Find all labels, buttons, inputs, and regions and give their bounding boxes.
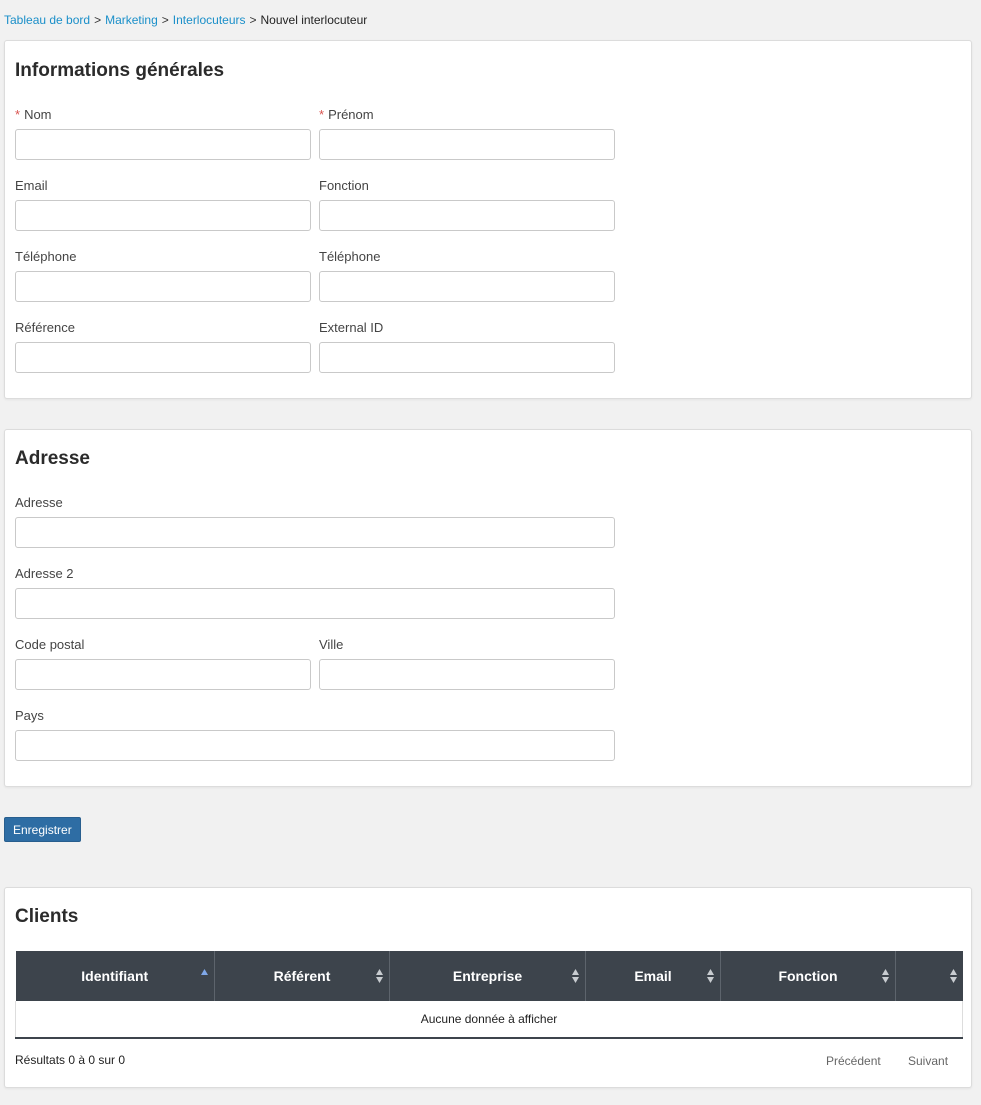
previous-page-button[interactable]: Précédent bbox=[826, 1054, 881, 1068]
column-header-label: Entreprise bbox=[452, 968, 523, 984]
table-header-row: Identifiant Référent Entreprise Email Fo… bbox=[15, 951, 963, 1001]
clients-table: Identifiant Référent Entreprise Email Fo… bbox=[15, 951, 963, 1039]
breadcrumb-current: Nouvel interlocuteur bbox=[260, 13, 368, 27]
code-postal-label: Code postal bbox=[15, 637, 85, 652]
ville-input[interactable] bbox=[319, 659, 615, 690]
email-input[interactable] bbox=[15, 200, 311, 231]
table-row: Aucune donnée à afficher bbox=[15, 1001, 963, 1039]
empty-table-message: Aucune donnée à afficher bbox=[15, 1001, 963, 1039]
sort-icon bbox=[376, 969, 383, 983]
column-header-actions[interactable] bbox=[895, 951, 963, 1001]
sort-icon bbox=[949, 969, 957, 983]
reference-label: Référence bbox=[15, 320, 75, 335]
address-card: Adresse Adresse Adresse 2 Code postal Vi… bbox=[4, 429, 972, 787]
column-header-identifiant[interactable]: Identifiant bbox=[15, 951, 215, 1001]
column-header-entreprise[interactable]: Entreprise bbox=[389, 951, 586, 1001]
sort-asc-icon bbox=[201, 969, 208, 975]
column-header-referent[interactable]: Référent bbox=[214, 951, 390, 1001]
fonction-input[interactable] bbox=[319, 200, 615, 231]
column-header-label: Fonction bbox=[778, 968, 838, 984]
external-id-input[interactable] bbox=[319, 342, 615, 373]
telephone-input[interactable] bbox=[15, 271, 311, 302]
fonction-label: Fonction bbox=[319, 178, 369, 193]
breadcrumb-link-dashboard[interactable]: Tableau de bord bbox=[4, 13, 90, 27]
sort-icon bbox=[707, 969, 714, 983]
pays-label: Pays bbox=[15, 708, 44, 723]
column-header-label: Référent bbox=[273, 968, 331, 984]
sort-icon bbox=[572, 969, 579, 983]
breadcrumb-link-interlocuteurs[interactable]: Interlocuteurs bbox=[173, 13, 246, 27]
required-mark: * bbox=[15, 107, 21, 122]
breadcrumb-separator: > bbox=[94, 13, 102, 27]
external-id-label: External ID bbox=[319, 320, 384, 335]
telephone-label: Téléphone bbox=[15, 249, 77, 264]
prenom-label: * Prénom bbox=[319, 107, 374, 122]
prenom-label-text: Prénom bbox=[328, 107, 374, 122]
save-button[interactable]: Enregistrer bbox=[4, 817, 81, 842]
column-header-email[interactable]: Email bbox=[585, 951, 721, 1001]
adresse-label: Adresse bbox=[15, 495, 63, 510]
nom-label-text: Nom bbox=[24, 107, 52, 122]
email-label: Email bbox=[15, 178, 48, 193]
breadcrumb-separator: > bbox=[249, 13, 257, 27]
breadcrumb-separator: > bbox=[161, 13, 169, 27]
nom-label: * Nom bbox=[15, 107, 52, 122]
sort-icon bbox=[882, 969, 889, 983]
required-mark: * bbox=[319, 107, 325, 122]
adresse2-label: Adresse 2 bbox=[15, 566, 74, 581]
address-title: Adresse bbox=[15, 448, 90, 469]
code-postal-input[interactable] bbox=[15, 659, 311, 690]
breadcrumb: Tableau de bord > Marketing > Interlocuteurs… bbox=[4, 13, 367, 27]
general-info-title: Informations générales bbox=[15, 60, 225, 81]
column-header-label: Identifiant bbox=[81, 968, 149, 984]
telephone2-input[interactable] bbox=[319, 271, 615, 302]
prenom-input[interactable] bbox=[319, 129, 615, 160]
telephone2-label: Téléphone bbox=[319, 249, 381, 264]
reference-input[interactable] bbox=[15, 342, 311, 373]
general-info-card: Informations générales * Nom * Prénom Emai… bbox=[4, 40, 972, 399]
nom-input[interactable] bbox=[15, 129, 311, 160]
pays-input[interactable] bbox=[15, 730, 615, 761]
breadcrumb-link-marketing[interactable]: Marketing bbox=[105, 13, 158, 27]
clients-title: Clients bbox=[15, 906, 79, 927]
results-info: Résultats 0 à 0 sur 0 bbox=[15, 1053, 126, 1067]
adresse-input[interactable] bbox=[15, 517, 615, 548]
clients-card: Clients Identifiant Référent Entreprise bbox=[4, 887, 972, 1088]
next-page-button[interactable]: Suivant bbox=[908, 1054, 948, 1068]
adresse2-input[interactable] bbox=[15, 588, 615, 619]
ville-label: Ville bbox=[319, 637, 344, 652]
column-header-fonction[interactable]: Fonction bbox=[720, 951, 896, 1001]
column-header-label: Email bbox=[634, 968, 672, 984]
